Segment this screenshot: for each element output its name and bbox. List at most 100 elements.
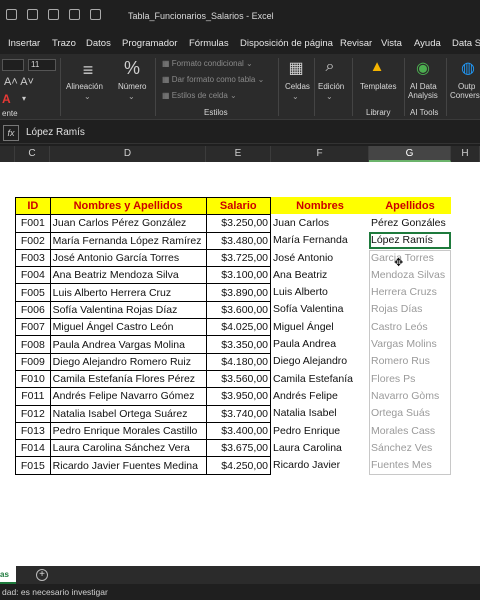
table-row: F007 Miguel Ángel Castro León $4.025,00 [15, 318, 271, 337]
table-row: F008 Paula Andrea Vargas Molina $3.350,00 [15, 335, 271, 354]
flash-fill-suggestion[interactable]: Romero Rus [369, 353, 451, 370]
alignment-icon[interactable]: ≡ [70, 60, 106, 81]
alignment-dropdown-icon[interactable]: ⌄ [84, 92, 91, 101]
header-apellidos[interactable]: Apellidos [369, 197, 451, 215]
formula-bar: fx López Ramís [0, 122, 480, 144]
flash-fill-suggestion[interactable]: Sánchez Ves [369, 439, 451, 456]
table-row: Luis Alberto Herrera Cruzs [271, 283, 451, 300]
header-name[interactable]: Nombres y Apellidos [49, 196, 207, 216]
flash-fill-suggestion[interactable]: Mendoza Silvas [369, 266, 451, 283]
flash-fill-suggestion[interactable]: Garcia Torres [369, 249, 451, 266]
table-row: F006 Sofía Valentina Rojas Díaz $3.600,00 [15, 300, 271, 320]
split-names-table: Nombres Apellidos Juan Carlos Pérez Gonzá… [271, 197, 451, 474]
font-dropdown-icon[interactable]: ▾ [22, 94, 26, 103]
tab-revisar[interactable]: Revisar [340, 38, 372, 49]
table-row: Ana Beatriz Mendoza Silvas [271, 266, 451, 283]
tab-ayuda[interactable]: Ayuda [414, 38, 441, 49]
column-divider [270, 197, 271, 475]
table-row: Camila Estefanía Flores Ps [271, 370, 451, 387]
table-row: José Antonio Garcia Torres [271, 249, 451, 266]
alignment-label[interactable]: Alineación [66, 82, 103, 91]
flash-fill-suggestion[interactable]: Castro Leós [369, 318, 451, 335]
table-row: Miguel Ángel Castro Leós [271, 318, 451, 335]
conversion-label[interactable]: Conversi [450, 91, 480, 100]
col-header-f[interactable]: F [271, 146, 369, 162]
col-header-h[interactable]: H [451, 146, 480, 162]
autosave-icon[interactable] [6, 9, 17, 20]
col-header-g[interactable]: G [369, 146, 451, 162]
sheet-tabs-bar: as + [0, 566, 480, 584]
corner-header[interactable] [0, 146, 15, 162]
active-cell[interactable]: López Ramís [369, 231, 451, 249]
ai-data-icon[interactable]: ◉ [410, 58, 436, 78]
flash-fill-suggestion[interactable]: Morales Cass [369, 422, 451, 439]
sheet-tab-active[interactable]: as [0, 566, 16, 584]
save-icon[interactable] [27, 9, 38, 20]
font-size-box[interactable]: 11 [28, 59, 56, 71]
fx-button[interactable]: fx [3, 125, 19, 141]
window-title: Tabla_Funcionarios_Salarios - Excel [128, 11, 274, 21]
templates-label[interactable]: Templates [360, 82, 396, 91]
analysis-label[interactable]: Analysis [408, 91, 438, 100]
ai-data-label[interactable]: AI Data [410, 82, 437, 91]
status-bar: dad: es necesario investigar [0, 584, 480, 600]
number-label[interactable]: Número [118, 82, 146, 91]
undo-icon[interactable] [48, 9, 59, 20]
flash-fill-suggestion[interactable]: Vargas Molins [369, 335, 451, 352]
tab-insertar[interactable]: Insertar [8, 38, 40, 49]
cells-icon[interactable]: ▦ [284, 58, 308, 78]
table-row: Juan Carlos Pérez Gonzáles [273, 216, 446, 229]
table-row: F003 José Antonio García Torres $3.725,00 [15, 248, 271, 268]
header-salary[interactable]: Salario [205, 196, 271, 216]
percent-icon[interactable]: % [118, 58, 146, 79]
table-row: Natalia Isabel Ortega Suás [271, 405, 451, 422]
quick-access-toolbar [6, 9, 101, 20]
edit-label[interactable]: Edición [318, 82, 344, 91]
table-row: María Fernanda López Ramís [271, 231, 451, 249]
search-icon[interactable]: ⌕ [318, 58, 342, 76]
format-table-button[interactable]: ▦ Dar formato como tabla ⌄ [162, 75, 264, 84]
flash-fill-suggestion[interactable]: Flores Ps [369, 370, 451, 387]
group-label-fuente: ente [2, 109, 18, 118]
tab-datos[interactable]: Datos [86, 38, 111, 49]
header-id[interactable]: ID [15, 196, 51, 216]
flash-fill-suggestion[interactable]: Herrera Cruzs [369, 283, 451, 300]
tab-formulas[interactable]: Fórmulas [189, 38, 229, 49]
cell-styles-button[interactable]: ▦ Estilos de celda ⌄ [162, 91, 237, 100]
table-row: Andrés Felipe Navarro Gòms [271, 387, 451, 404]
templates-icon[interactable]: ▲ [364, 58, 390, 75]
font-grow-icon[interactable]: A˄ A˅ [4, 76, 34, 88]
font-name-box[interactable] [2, 59, 24, 71]
output-icon[interactable]: ◍ [456, 58, 480, 78]
table-row: Pedro Enrique Morales Cass [271, 422, 451, 439]
redo-icon[interactable] [69, 9, 80, 20]
formula-input[interactable]: López Ramís [26, 127, 85, 138]
flash-fill-suggestion[interactable]: Fuentes Mes [369, 456, 451, 473]
tab-data-st[interactable]: Data St [452, 38, 480, 49]
ribbon-tabs: Insertar Trazo Datos Programador Fórmula… [0, 32, 480, 54]
table-row: F011 Andrés Felipe Navarro Gómez $3.950,00 [15, 387, 271, 406]
tab-trazo[interactable]: Trazo [52, 38, 76, 49]
output-label[interactable]: Outp [458, 82, 475, 91]
font-color-icon[interactable]: A [2, 92, 11, 106]
col-header-d[interactable]: D [50, 146, 206, 162]
header-nombres[interactable]: Nombres [271, 197, 369, 215]
flash-fill-suggestion[interactable]: Ortega Suás [369, 405, 451, 422]
add-sheet-icon[interactable]: + [36, 569, 48, 581]
flash-fill-suggestion[interactable]: Navarro Gòms [369, 387, 451, 404]
table-row: F014 Laura Carolina Sánchez Vera $3.675,00 [15, 439, 271, 458]
tab-disposicion[interactable]: Disposición de página [240, 38, 333, 49]
worksheet-grid[interactable]: ID Nombres y Apellidos Salario F001 Juan … [0, 162, 480, 566]
flash-fill-suggestion[interactable]: Rojas Días [369, 301, 451, 318]
col-header-e[interactable]: E [206, 146, 271, 162]
table-row: Laura Carolina Sánchez Ves [271, 439, 451, 456]
table-row: F009 Diego Alejandro Romero Ruiz $4.180,00 [15, 352, 271, 371]
col-header-c[interactable]: C [15, 146, 50, 162]
number-dropdown-icon[interactable]: ⌄ [128, 92, 135, 101]
ribbon: 11 A˄ A˅ A ▾ ente ≡ Alineación ⌄ % Númer… [0, 54, 480, 120]
tab-vista[interactable]: Vista [381, 38, 402, 49]
conditional-format-button[interactable]: ▦ Formato condicional ⌄ [162, 59, 253, 68]
tab-programador[interactable]: Programador [122, 38, 177, 49]
cells-label[interactable]: Celdas [285, 82, 310, 91]
customize-icon[interactable] [90, 9, 101, 20]
